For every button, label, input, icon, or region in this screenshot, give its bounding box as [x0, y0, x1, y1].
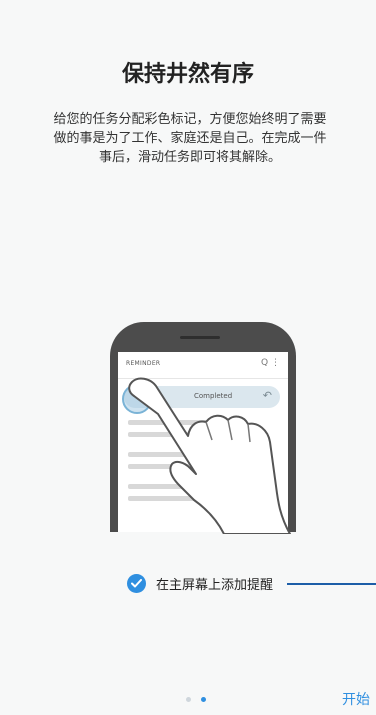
add-to-home-option[interactable]: 在主屏幕上添加提醒 — [127, 571, 273, 595]
page-title: 保持井然有序 — [121, 62, 254, 87]
swipe-hand-icon — [128, 377, 291, 534]
callout-line — [287, 583, 376, 585]
app-title: REMINDER — [126, 360, 161, 367]
start-button[interactable]: 开始 — [342, 689, 370, 709]
phone-illustration: REMINDER Q ⋮ Completed ↶ — [110, 322, 306, 534]
reminder-intro-screen: 保持井然有序 给您的任务分配彩色标记，方便您始终明了需要做的事是为了工作、家庭还… — [0, 0, 376, 715]
page-indicator — [186, 697, 206, 702]
checkmark-icon — [131, 578, 142, 587]
page-dot-2 — [201, 697, 206, 702]
phone-speaker — [180, 336, 220, 339]
app-bar-icons: Q ⋮ — [261, 358, 280, 368]
page-dot-1 — [186, 697, 191, 702]
page-description: 给您的任务分配彩色标记，方便您始终明了需要做的事是为了工作、家庭还是自己。在完成… — [53, 112, 327, 165]
add-to-home-label: 在主屏幕上添加提醒 — [156, 577, 274, 593]
checkbox-checked-icon[interactable] — [127, 573, 146, 593]
